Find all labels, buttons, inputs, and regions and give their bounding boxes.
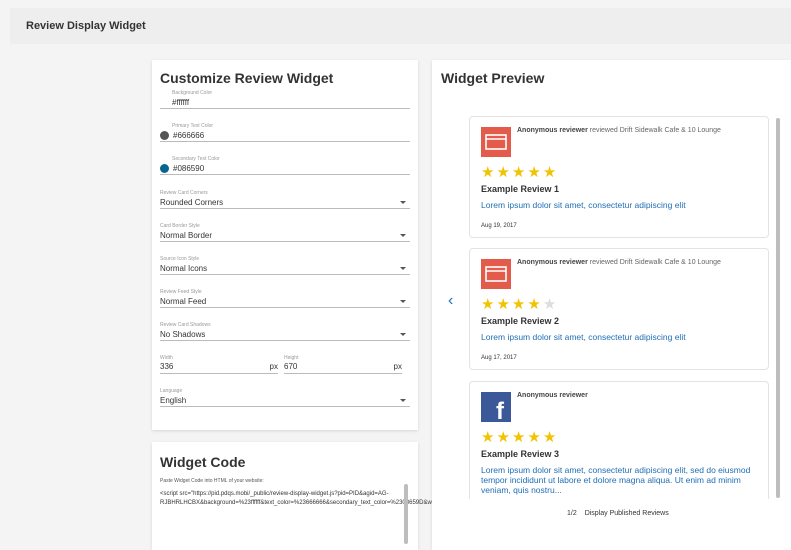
code-scrollbar[interactable] (404, 484, 408, 544)
star-rating: ★★★★★ (481, 428, 558, 446)
chevron-down-icon (400, 333, 406, 336)
display-published-reviews-label[interactable]: Display Published Reviews (585, 510, 669, 517)
page-indicator: 1/2 (567, 510, 577, 517)
svg-text:f: f (496, 398, 505, 422)
language-select[interactable]: Language English (160, 388, 410, 407)
widget-code-panel: Widget Code Paste Widget Code into HTML … (152, 442, 677, 550)
review-header: Anonymous reviewer (517, 392, 588, 399)
star-icon: ★ (527, 429, 543, 446)
star-icon: ★ (496, 429, 512, 446)
chevron-down-icon (400, 267, 406, 270)
widget-code-title: Widget Code (160, 454, 246, 470)
star-icon: ★ (511, 296, 528, 313)
background-color-value: #ffffff (172, 98, 190, 107)
facebook-icon: f (481, 392, 511, 422)
background-color-field[interactable]: Background Color #ffffff (160, 90, 410, 109)
review-title: Example Review 2 (481, 316, 560, 326)
browser-icon (481, 127, 511, 157)
chevron-down-icon (400, 234, 406, 237)
width-input[interactable]: Width 336 px (160, 355, 278, 374)
star-icon: ★ (481, 164, 497, 181)
primary-text-color-field[interactable]: Primary Text Color #666666 (160, 123, 410, 142)
card-corners-select[interactable]: Review Card Corners Rounded Corners (160, 190, 410, 209)
review-title: Example Review 3 (481, 449, 560, 459)
icon-style-select[interactable]: Source Icon Style Normal Icons (160, 256, 410, 275)
review-card: f Anonymous reviewer ★★★★★ Example Revie… (469, 381, 769, 499)
primary-text-color-value: #666666 (173, 131, 205, 140)
review-title: Example Review 1 (481, 184, 560, 194)
review-header: Anonymous reviewer reviewed Drift Sidewa… (517, 127, 721, 134)
border-style-select[interactable]: Card Border Style Normal Border (160, 223, 410, 242)
chevron-down-icon (400, 201, 406, 204)
app-header: Review Display Widget (10, 8, 791, 44)
review-text: Lorem ipsum dolor sit amet, consectetur … (481, 332, 686, 342)
app-title: Review Display Widget (26, 20, 146, 32)
secondary-text-color-field[interactable]: Secondary Text Color #086590 (160, 156, 410, 175)
preview-scrollbar[interactable] (776, 118, 780, 498)
star-icon: ★ (481, 429, 497, 446)
previous-page-arrow[interactable]: ‹ (448, 292, 453, 310)
card-shadows-select[interactable]: Review Card Shadows No Shadows (160, 322, 410, 341)
height-input[interactable]: Height 670 px (284, 355, 402, 374)
review-card: Anonymous reviewer reviewed Drift Sidewa… (469, 248, 769, 370)
star-icon: ★ (527, 296, 543, 313)
star-icon: ★ (511, 429, 528, 446)
review-card: Anonymous reviewer reviewed Drift Sidewa… (469, 116, 769, 238)
star-icon: ★ (496, 164, 512, 181)
review-date: Aug 17, 2017 (481, 355, 517, 361)
browser-icon (481, 259, 511, 289)
star-icon: ★ (481, 296, 497, 313)
review-header: Anonymous reviewer reviewed Drift Sidewa… (517, 259, 721, 266)
star-icon: ★ (511, 164, 528, 181)
review-date: Aug 19, 2017 (481, 223, 517, 229)
star-rating: ★★★★★ (481, 295, 558, 313)
review-text: Lorem ipsum dolor sit amet, consectetur … (481, 200, 686, 210)
star-icon: ★ (496, 296, 512, 313)
star-icon: ★ (542, 429, 559, 446)
star-rating: ★★★★★ (481, 163, 558, 181)
review-text: Lorem ipsum dolor sit amet, consectetur … (481, 465, 751, 495)
primary-color-swatch[interactable] (160, 131, 169, 140)
star-icon: ★ (542, 164, 559, 181)
widget-code-instructions: Paste Widget Code into HTML of your webs… (160, 478, 264, 484)
chevron-down-icon (400, 300, 406, 303)
widget-code-textarea[interactable]: <script src="https://pid.pdqs.mobi/_publ… (160, 490, 677, 508)
widget-preview-title: Widget Preview (441, 70, 545, 86)
customize-title: Customize Review Widget (160, 70, 334, 86)
chevron-down-icon (400, 399, 406, 402)
customize-panel: Customize Review Widget Background Color… (152, 60, 418, 430)
feed-style-select[interactable]: Review Feed Style Normal Feed (160, 289, 410, 308)
star-icon: ★ (527, 164, 543, 181)
secondary-text-color-value: #086590 (173, 164, 205, 173)
pagination: 1/2 Display Published Reviews (567, 510, 675, 517)
star-empty-icon: ★ (542, 296, 559, 313)
secondary-color-swatch[interactable] (160, 164, 169, 173)
